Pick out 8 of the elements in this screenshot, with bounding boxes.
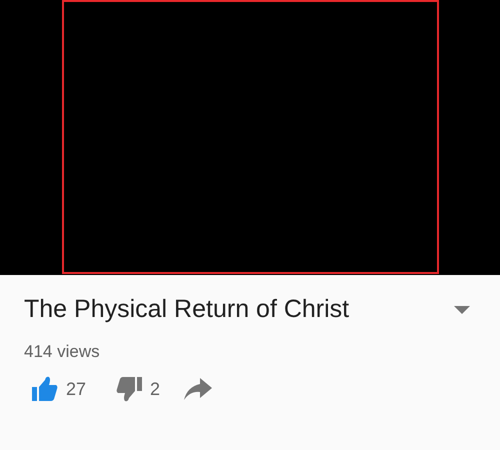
video-title: The Physical Return of Christ xyxy=(24,295,350,324)
caret-icon[interactable] xyxy=(454,306,470,314)
like-count: 27 xyxy=(66,378,86,400)
dislike-count: 2 xyxy=(150,378,160,400)
view-count: 414 views xyxy=(24,342,100,362)
share-icon[interactable] xyxy=(184,378,212,400)
thumbs-up-icon[interactable] xyxy=(32,376,58,402)
thumbs-down-icon[interactable] xyxy=(116,376,142,402)
